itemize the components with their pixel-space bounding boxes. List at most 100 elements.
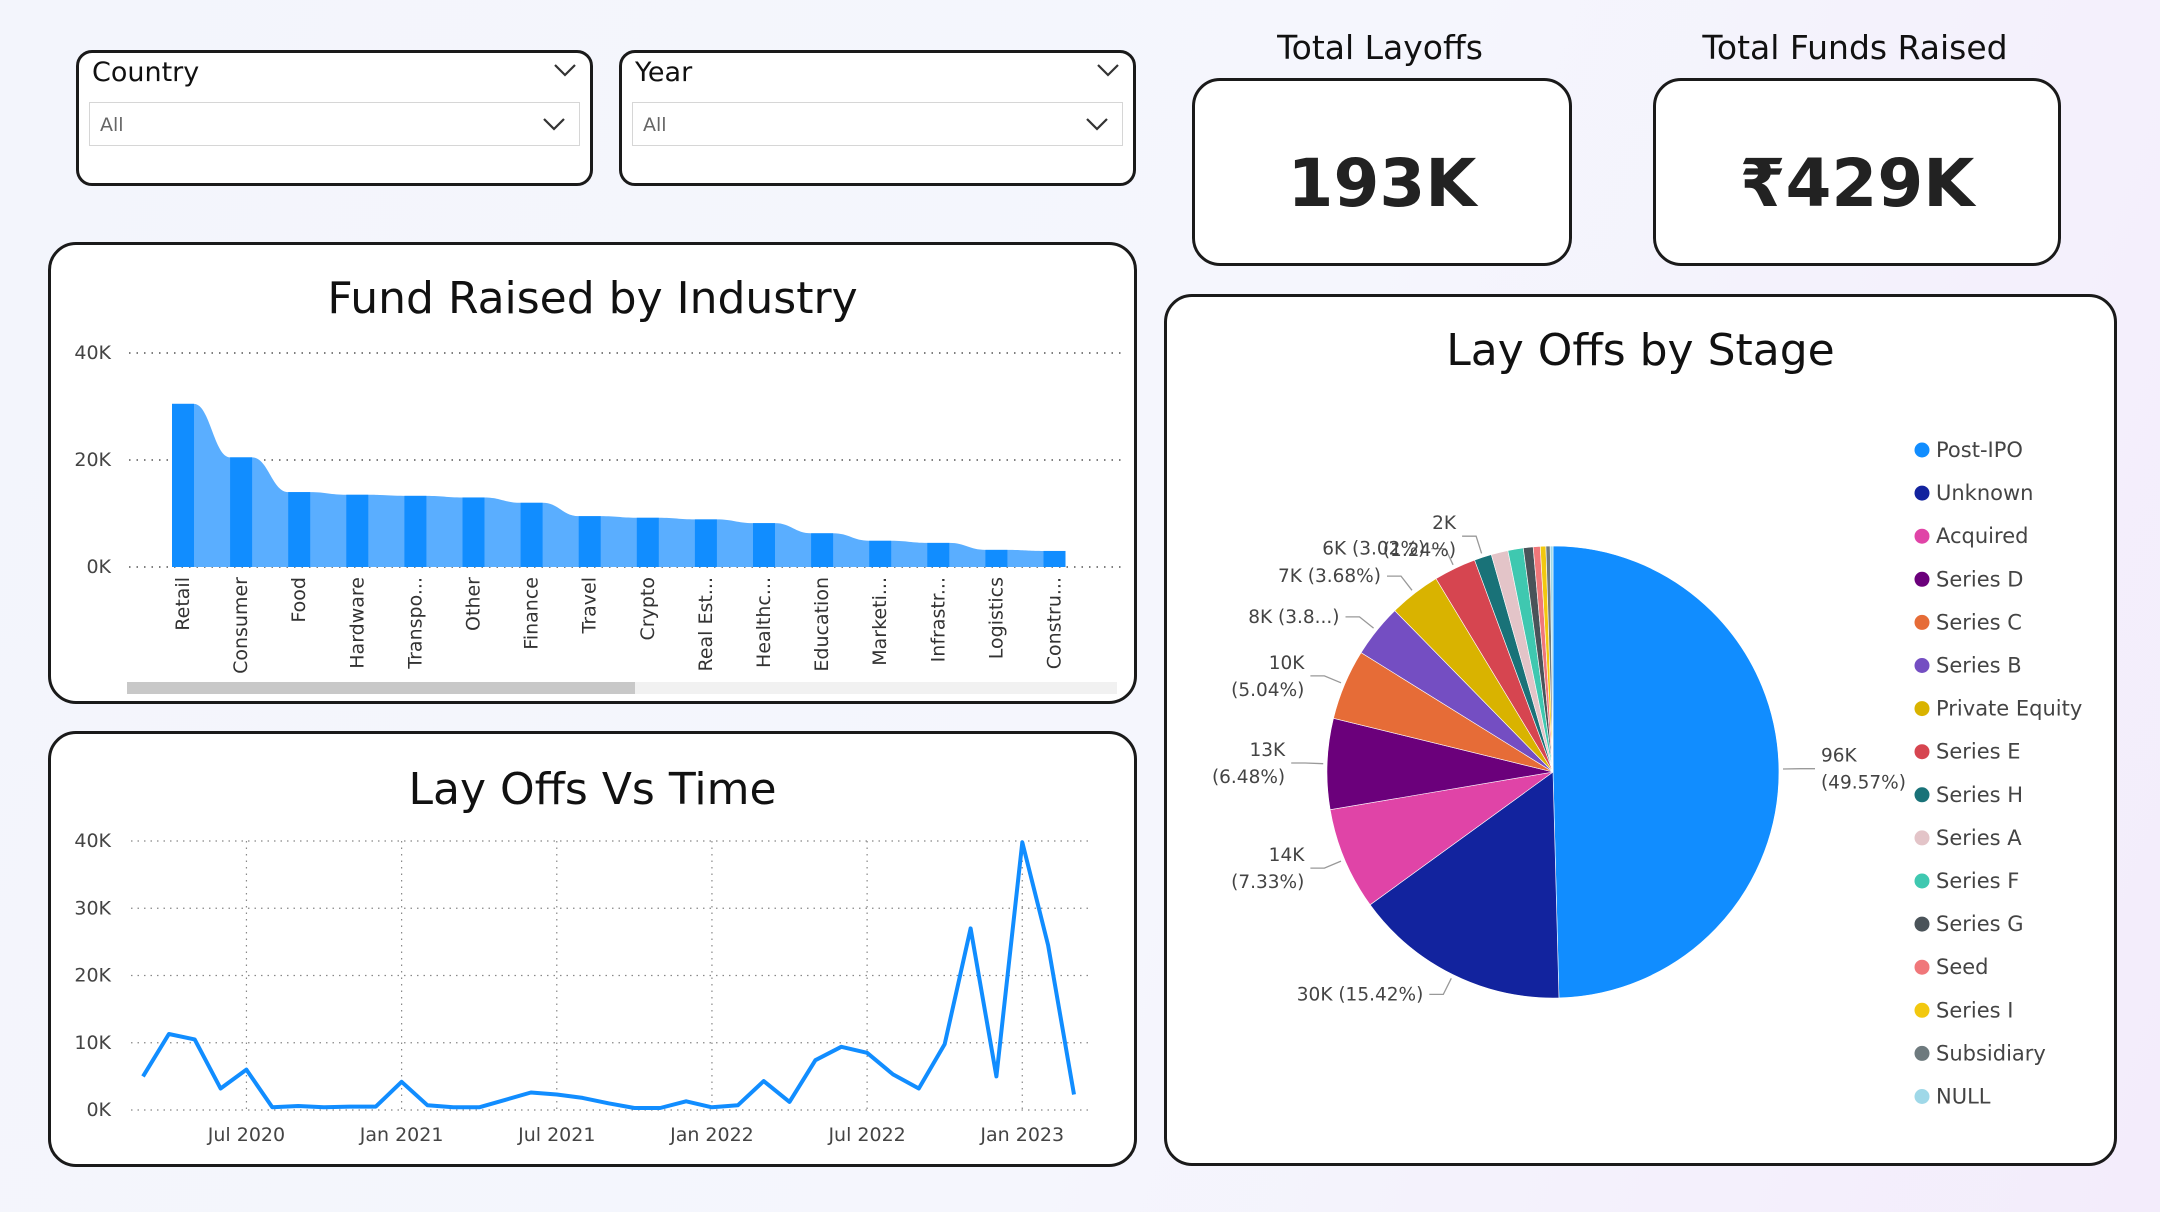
legend-marker [1914,485,1930,501]
leader-line [1345,616,1375,629]
y-tick-label: 20K [74,449,111,471]
legend-marker [1914,787,1930,803]
legend-label: Post-IPO [1936,438,2023,462]
y-tick-label: 10K [74,1032,111,1054]
y-tick-label: 40K [74,342,111,364]
total-layoffs-value: 193K [1287,145,1477,222]
legend-marker [1914,1002,1930,1018]
bar [636,517,659,567]
layoffs-by-stage-chart: 96K (49.57%) 30K (15.42%) 14K (7.33%) 13K (6.4… [1212,438,2082,1109]
data-label: 10K [1269,653,1306,674]
legend-label: Series D [1936,567,2023,591]
bar [753,523,775,567]
x-tick-label: Jul 2021 [517,1124,595,1146]
x-tick-label: Healthc... [753,577,775,668]
legend-label: Subsidiary [1936,1041,2046,1065]
legend-marker [1914,959,1930,975]
country-filter-label: Country [92,57,200,88]
x-tick-label: Real Est... [695,577,717,671]
year-dropdown-value: All [643,114,667,136]
data-label: (5.04%) [1231,680,1304,701]
legend-label: Series G [1936,912,2024,936]
total-funds-title: Total Funds Raised [1702,28,2008,67]
legend-label: NULL [1936,1085,1991,1109]
bar [811,533,834,567]
leader-line [1310,860,1342,869]
country-dropdown[interactable]: All [89,102,580,146]
x-tick-label: Jan 2021 [359,1124,444,1146]
x-tick-label: Education [811,577,833,672]
data-label: (1.24%) [1383,540,1456,561]
x-tick-label: Marketi... [869,577,891,666]
year-dropdown[interactable]: All [632,102,1123,146]
bar [694,519,717,567]
data-label: 8K (3.8...) [1248,607,1339,628]
bar [520,502,543,567]
layoffs-vs-time-card: Lay Offs Vs Time 0K 10K 20K 30K 40K Jul 2020 J… [48,731,1137,1167]
pie-slice [1552,545,1780,999]
legend-marker [1914,658,1930,673]
year-filter-label: Year [635,57,693,88]
bar [578,516,601,567]
series-line [141,840,1076,1110]
bar [230,457,253,567]
legend-marker [1914,442,1930,458]
country-filter[interactable]: Country All [76,50,593,186]
fund-by-industry-chart: 0K 20K 40K Retail Consumer Food Hardware Transp… [74,342,1121,694]
chevron-down-icon[interactable] [541,115,567,133]
bar [927,542,950,567]
bar [404,495,427,567]
x-tick-label: Jul 2020 [207,1124,285,1146]
chevron-down-icon[interactable] [552,61,578,79]
bar [462,497,485,567]
legend-marker [1914,528,1930,544]
legend-marker [1914,873,1930,889]
data-label: 2K [1432,513,1457,534]
leader-line [1429,978,1452,996]
leader-line [1387,575,1413,591]
legend-label: Series H [1936,783,2023,807]
bar [172,403,194,567]
data-label: 13K [1249,740,1286,761]
legend-label: Acquired [1936,524,2028,548]
legend-marker [1914,571,1930,587]
data-label: (49.57%) [1821,773,1906,794]
y-tick-label: 0K [86,1099,111,1121]
x-tick-label: Jan 2023 [979,1124,1064,1146]
y-tick-label: 0K [86,556,111,578]
x-tick-label: Other [463,577,485,631]
bar [985,549,1008,567]
scrollbar-thumb[interactable] [127,682,635,694]
total-layoffs-title: Total Layoffs [1277,28,1483,67]
legend-marker [1914,614,1930,630]
data-label: 30K (15.42%) [1297,984,1424,1005]
bar [1043,550,1066,567]
fund-by-industry-card: Fund Raised by Industry 0K 20K 40K Retail Co… [48,242,1137,704]
total-funds-value: ₹429K [1739,145,1975,222]
x-tick-label: Crypto [637,577,659,640]
data-label: (7.33%) [1231,872,1304,893]
y-tick-label: 20K [74,965,111,987]
legend-marker [1914,701,1930,717]
legend-marker [1914,744,1930,760]
legend-marker [1914,916,1930,932]
x-tick-label: Retail [172,577,194,631]
total-layoffs-card: 193K [1192,78,1572,266]
x-tick-label: Jul 2022 [827,1124,905,1146]
y-tick-label: 40K [74,830,111,852]
chevron-down-icon[interactable] [1095,61,1121,79]
legend-label: Private Equity [1936,697,2082,721]
layoffs-by-stage-card: Lay Offs by Stage 96K (49.57%) 30K (15.42%… [1164,294,2117,1166]
legend-label: Series C [1936,610,2022,634]
year-filter[interactable]: Year All [619,50,1136,186]
x-tick-label: Transpo... [404,577,426,670]
chevron-down-icon[interactable] [1084,115,1110,133]
x-tick-label: Jan 2022 [669,1124,754,1146]
data-label: 7K (3.68%) [1278,566,1381,587]
x-tick-label: Food [288,577,310,623]
x-tick-label: Constru... [1044,577,1066,669]
leader-line [1310,675,1342,684]
data-label: (6.48%) [1212,767,1285,788]
x-tick-label: Finance [521,577,543,650]
legend-marker [1914,830,1930,846]
